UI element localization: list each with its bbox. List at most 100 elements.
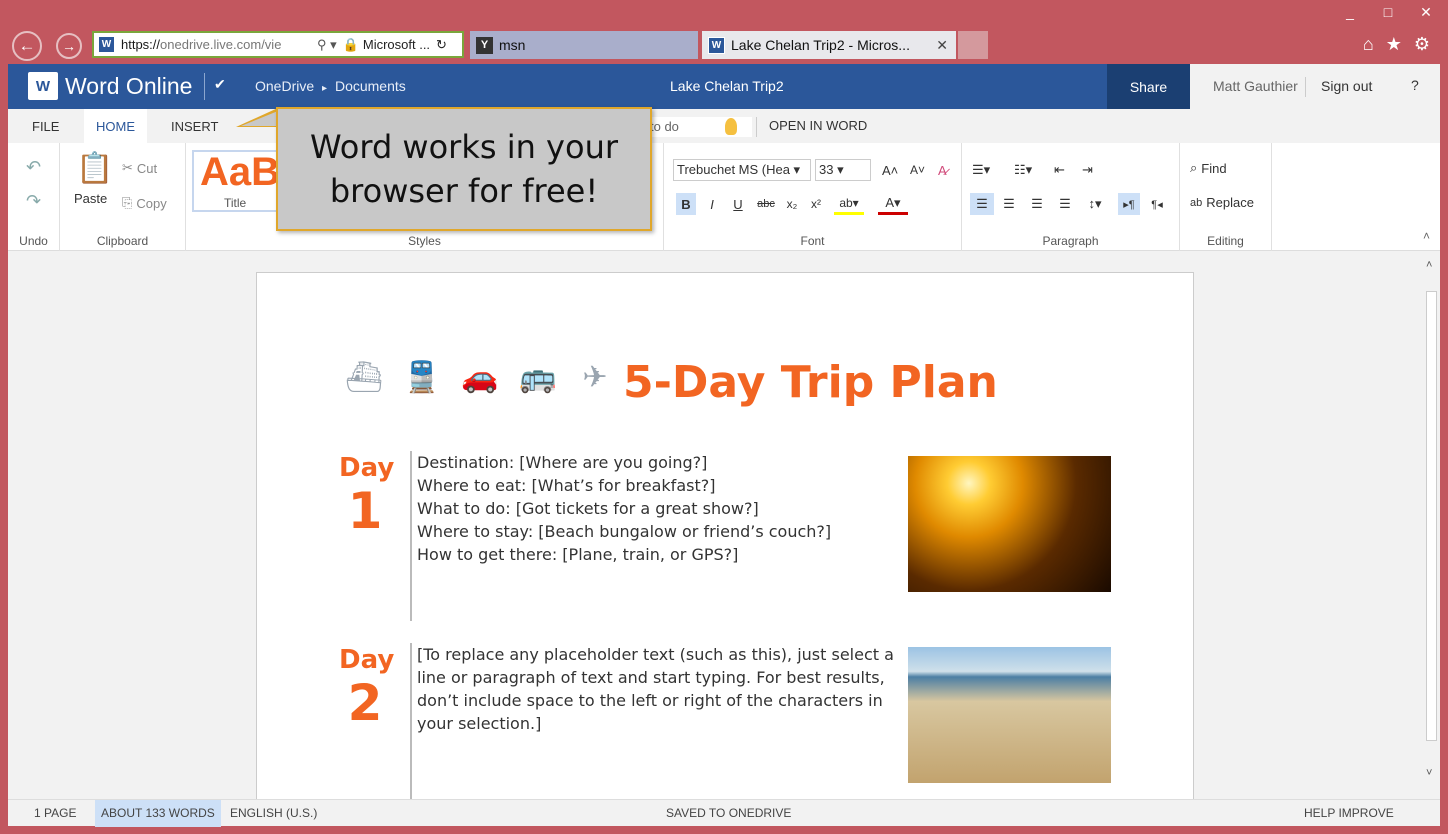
bold-button[interactable]: B — [676, 193, 696, 215]
increase-indent-icon[interactable]: ⇥ — [1082, 159, 1093, 181]
tab-divider — [756, 117, 757, 137]
sign-out-link[interactable]: Sign out — [1321, 78, 1372, 94]
share-button[interactable]: Share — [1107, 64, 1190, 109]
day-1-text[interactable]: Destination: [Where are you going?] Wher… — [417, 451, 831, 566]
document-title[interactable]: Lake Chelan Trip2 — [670, 78, 784, 94]
user-area: Matt Gauthier Sign out ? — [1190, 64, 1440, 109]
editing-group-label: Editing — [1207, 234, 1244, 248]
page-count[interactable]: 1 PAGE — [28, 800, 82, 827]
tab-msn[interactable]: Y msn — [470, 31, 698, 59]
tab-file[interactable]: FILE — [20, 109, 71, 143]
copy-button[interactable]: ⎘ Copy — [122, 195, 167, 211]
paragraph-group: ☰▾ ☷▾ ⇤ ⇥ ☰ ☰ ☰ ☰ ↕▾ ▸¶ ¶◂ Paragraph — [962, 143, 1180, 251]
binoculars-icon: ⌕ — [1190, 160, 1198, 175]
cut-button[interactable]: ✂ Cut — [122, 160, 157, 176]
open-in-word-button[interactable]: OPEN IN WORD — [769, 118, 867, 133]
line-spacing-icon[interactable]: ↕▾ — [1080, 193, 1110, 215]
lightbulb-icon — [725, 118, 737, 135]
airplane-icon: ✈ — [582, 361, 608, 394]
justify-icon[interactable]: ☰ — [1054, 193, 1076, 215]
font-size-select[interactable]: 33 ▾ — [815, 159, 871, 181]
scroll-down-icon[interactable]: ˅ — [1426, 767, 1432, 779]
status-bar: 1 PAGE ABOUT 133 WORDS ENGLISH (U.S.) SA… — [8, 799, 1440, 834]
decrease-indent-icon[interactable]: ⇤ — [1054, 159, 1065, 181]
site-identity: Microsoft ... — [362, 37, 431, 52]
concert-photo[interactable] — [908, 456, 1111, 592]
styles-group-label: Styles — [408, 234, 441, 248]
header-divider — [204, 73, 205, 100]
msn-favicon-icon: Y — [476, 36, 493, 54]
vertical-scrollbar[interactable]: ˄ ˅ — [1422, 251, 1440, 799]
font-color-icon[interactable]: A▾ — [878, 193, 908, 215]
refresh-icon[interactable]: ↻ — [436, 37, 447, 53]
undo-icon[interactable]: ↶ — [26, 157, 41, 178]
user-divider — [1305, 77, 1306, 97]
search-dropdown-icon[interactable]: ⚲ ▾ — [317, 37, 337, 53]
help-icon[interactable]: ? — [1411, 77, 1419, 93]
numbering-icon[interactable]: ☷▾ — [1014, 159, 1032, 181]
home-icon[interactable]: ⌂ — [1363, 34, 1374, 55]
maximize-button[interactable]: □ — [1380, 4, 1396, 21]
ltr-icon[interactable]: ▸¶ — [1118, 193, 1140, 215]
strikethrough-button[interactable]: abc — [754, 193, 778, 215]
word-favicon-icon: W — [708, 36, 725, 54]
document-heading[interactable]: 5-Day Trip Plan — [623, 357, 998, 408]
help-improve-office-link[interactable]: HELP IMPROVE OFFICE — [1298, 800, 1440, 834]
back-button[interactable]: ← — [12, 31, 42, 61]
paste-icon[interactable]: 📋 — [76, 151, 113, 186]
chevron-down-icon[interactable]: ✔ — [214, 76, 226, 93]
align-left-icon[interactable]: ☰ — [970, 193, 994, 215]
italic-button[interactable]: I — [704, 193, 720, 215]
breadcrumb-documents[interactable]: Documents — [335, 78, 406, 94]
superscript-button[interactable]: x² — [808, 193, 824, 215]
tab-lake-chelan[interactable]: W Lake Chelan Trip2 - Micros... ✕ — [702, 31, 956, 59]
editing-group: ⌕ Find ab Replace Editing — [1180, 143, 1272, 251]
clear-format-icon[interactable]: A̷ — [938, 159, 947, 181]
close-tab-icon[interactable]: ✕ — [936, 37, 948, 54]
breadcrumb-onedrive[interactable]: OneDrive — [255, 78, 314, 94]
rtl-icon[interactable]: ¶◂ — [1146, 193, 1168, 215]
bullets-icon[interactable]: ☰▾ — [972, 159, 990, 181]
align-center-icon[interactable]: ☰ — [998, 193, 1020, 215]
user-name[interactable]: Matt Gauthier — [1213, 78, 1298, 94]
tab-insert[interactable]: INSERT — [159, 109, 230, 143]
address-bar[interactable]: W https://onedrive.live.com/vie ⚲ ▾ 🔒 Mi… — [92, 31, 464, 58]
beach-photo[interactable] — [908, 647, 1111, 783]
clipboard-group-label: Clipboard — [96, 234, 149, 248]
grow-font-icon[interactable]: A˄ — [882, 159, 898, 181]
callout-pointer-fill — [241, 111, 278, 126]
address-url[interactable]: https://onedrive.live.com/vie — [121, 37, 311, 52]
minimize-button[interactable]: _ — [1342, 4, 1358, 21]
app-name[interactable]: Word Online — [65, 73, 192, 100]
forward-button[interactable]: → — [56, 33, 82, 59]
font-name-select[interactable]: Trebuchet MS (Hea ▾ — [673, 159, 811, 181]
paste-button[interactable]: Paste — [74, 191, 107, 206]
ribbon-tabs: FILE HOME INSERT to do OPEN IN WORD — [8, 109, 1440, 143]
find-button[interactable]: ⌕ Find — [1190, 160, 1227, 176]
language[interactable]: ENGLISH (U.S.) — [224, 800, 323, 827]
subscript-button[interactable]: x₂ — [784, 193, 800, 215]
document-page[interactable]: ⛴ 🚆 🚗 🚌 ✈ 5-Day Trip Plan Day 1 Destinat… — [256, 272, 1194, 803]
tab-home[interactable]: HOME — [84, 109, 147, 143]
scroll-up-icon[interactable]: ˄ — [1426, 259, 1432, 271]
highlight-icon[interactable]: ab▾ — [834, 193, 864, 215]
underline-button[interactable]: U — [730, 193, 746, 215]
style-title[interactable]: AaB Title — [192, 150, 280, 212]
word-count[interactable]: ABOUT 133 WORDS — [95, 800, 221, 827]
forward-arrow-icon: → — [62, 38, 76, 54]
redo-icon[interactable]: ↷ — [26, 191, 41, 212]
close-window-button[interactable]: ✕ — [1418, 4, 1434, 21]
tab-label: Lake Chelan Trip2 - Micros... — [731, 37, 910, 53]
clipboard-group: 📋 Paste ✂ Cut ⎘ Copy Clipboard — [60, 143, 186, 251]
undo-group-label: Undo — [19, 234, 48, 248]
collapse-ribbon-icon[interactable]: ˄ — [1423, 229, 1430, 243]
day-2-text[interactable]: [To replace any placeholder text (such a… — [417, 643, 894, 735]
replace-button[interactable]: ab Replace — [1190, 195, 1254, 210]
settings-gear-icon[interactable]: ⚙ — [1414, 34, 1430, 55]
shrink-font-icon[interactable]: A˅ — [910, 159, 925, 181]
new-tab-button[interactable] — [958, 31, 988, 59]
scrollbar-thumb[interactable] — [1426, 291, 1437, 741]
favorites-star-icon[interactable]: ★ — [1386, 34, 1402, 55]
browser-chrome: ← → W https://onedrive.live.com/vie ⚲ ▾ … — [8, 28, 1440, 64]
align-right-icon[interactable]: ☰ — [1026, 193, 1048, 215]
